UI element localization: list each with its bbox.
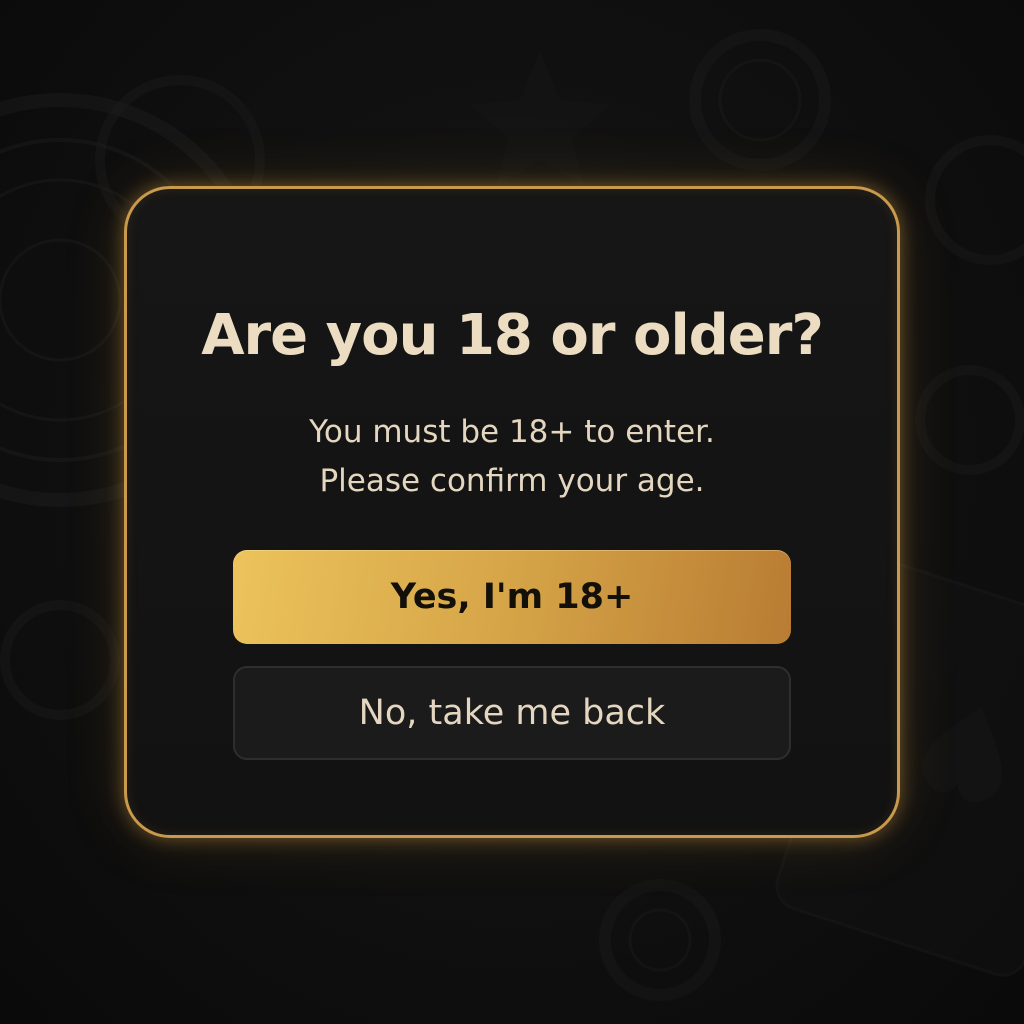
decline-age-button[interactable]: No, take me back: [233, 666, 791, 760]
dialog-message-line-1: You must be 18+ to enter.: [309, 414, 715, 450]
poker-chip-icon: [0, 600, 120, 720]
confirm-age-button-label: Yes, I'm 18+: [390, 577, 634, 617]
age-gate-screen: Are you 18 or older? You must be 18+ to …: [0, 0, 1024, 1024]
decline-age-button-label: No, take me back: [358, 693, 666, 733]
confirm-age-button[interactable]: Yes, I'm 18+: [233, 550, 791, 644]
star-icon: [470, 50, 610, 188]
poker-chip-icon: [689, 29, 831, 171]
poker-chip-icon: [599, 879, 721, 1001]
dialog-message-line-2: Please confirm your age.: [319, 463, 705, 499]
dialog-title: Are you 18 or older?: [201, 303, 824, 368]
